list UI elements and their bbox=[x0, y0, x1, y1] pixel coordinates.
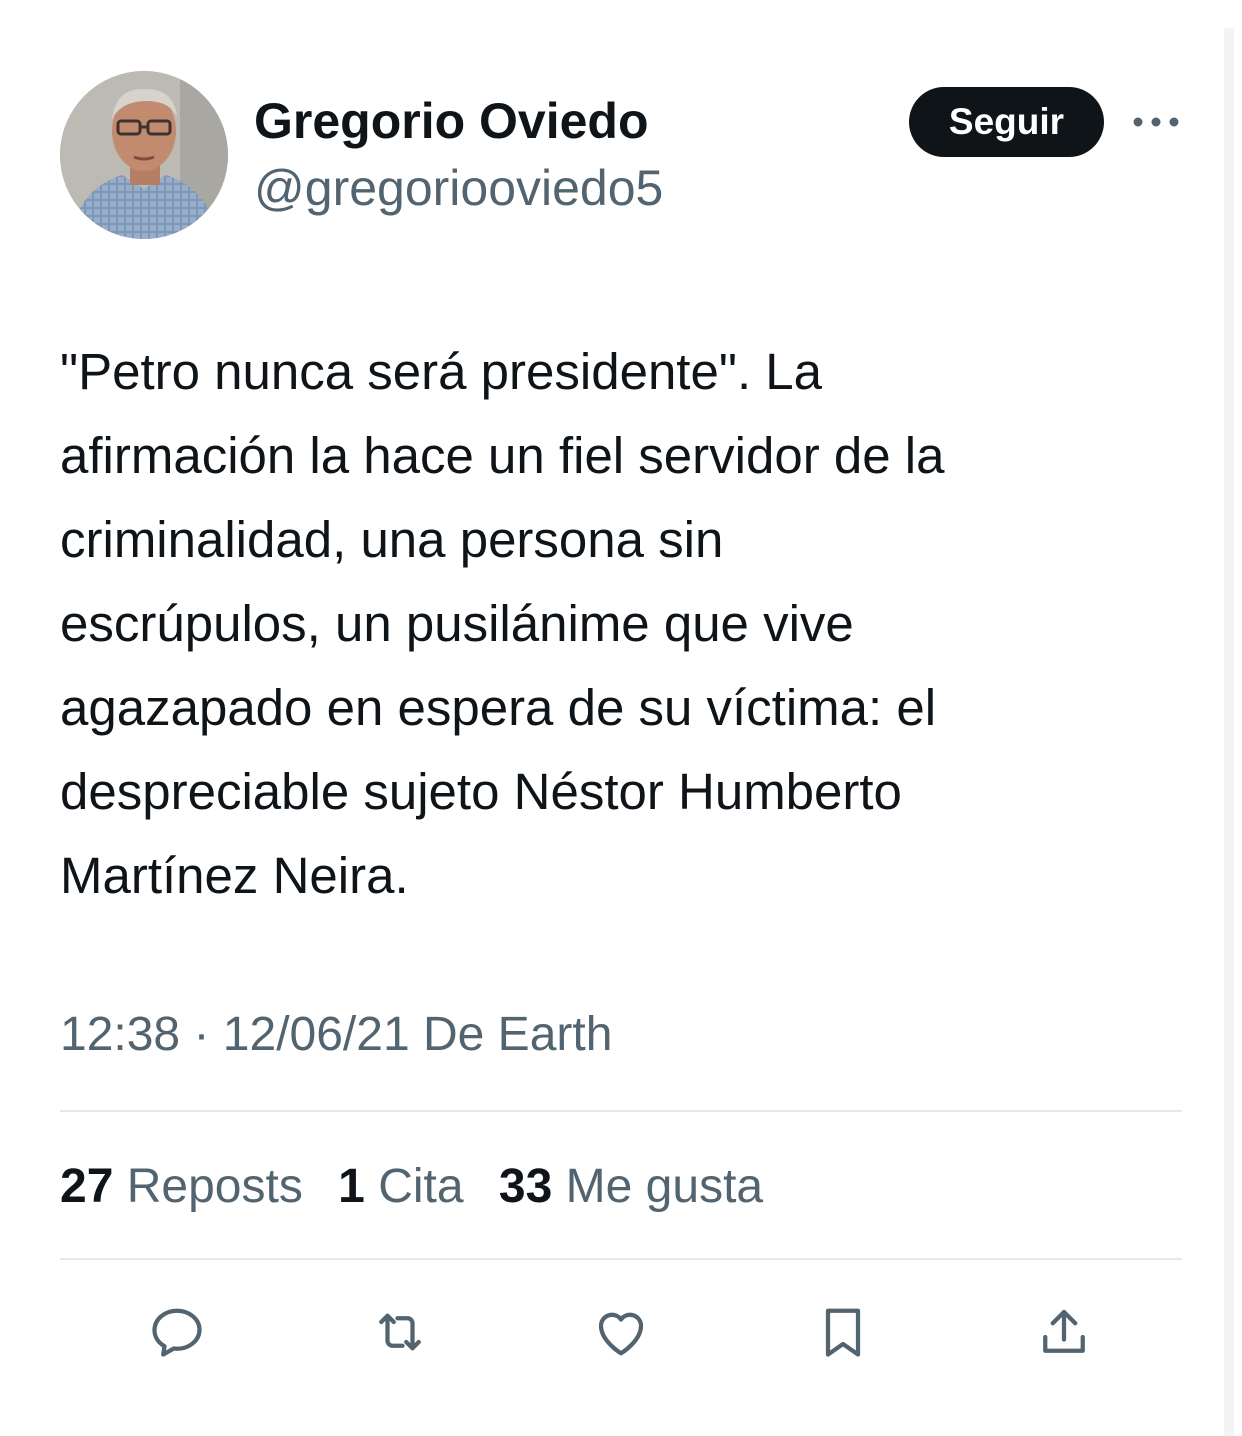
more-horizontal-icon[interactable] bbox=[1130, 108, 1182, 136]
tweet-meta: 12:38 · 12/06/21 De Earth bbox=[60, 1004, 612, 1066]
repost-icon[interactable] bbox=[370, 1302, 430, 1362]
quotes-stat[interactable]: 1 Cita bbox=[338, 1156, 463, 1218]
author-name[interactable]: Gregorio Oviedo bbox=[254, 90, 649, 152]
like-icon[interactable] bbox=[591, 1302, 651, 1362]
reposts-label: Reposts bbox=[126, 1160, 303, 1213]
quotes-count: 1 bbox=[338, 1160, 365, 1213]
quotes-label: Cita bbox=[378, 1160, 464, 1213]
follow-button[interactable]: Seguir bbox=[909, 87, 1104, 157]
likes-label: Me gusta bbox=[565, 1160, 764, 1213]
tweet-source: De Earth bbox=[422, 1008, 613, 1061]
reposts-stat[interactable]: 27 Reposts bbox=[60, 1156, 303, 1218]
avatar[interactable] bbox=[60, 71, 228, 239]
reposts-count: 27 bbox=[60, 1160, 114, 1213]
meta-separator: · bbox=[193, 1008, 210, 1061]
tweet-time[interactable]: 12:38 bbox=[60, 1008, 180, 1061]
scroll-edge bbox=[1224, 28, 1234, 1436]
likes-stat[interactable]: 33 Me gusta bbox=[499, 1156, 763, 1218]
author-handle[interactable]: @gregoriooviedo5 bbox=[254, 157, 663, 219]
tweet-stats: 27 Reposts 1 Cita 33 Me gusta bbox=[60, 1156, 785, 1218]
divider bbox=[60, 1258, 1182, 1260]
reply-icon[interactable] bbox=[147, 1302, 207, 1362]
tweet-date[interactable]: 12/06/21 bbox=[223, 1008, 410, 1061]
bookmark-icon[interactable] bbox=[813, 1302, 873, 1362]
share-icon[interactable] bbox=[1034, 1302, 1094, 1362]
profile-photo-icon bbox=[60, 71, 228, 239]
tweet-text: "Petro nunca será presidente". La afirma… bbox=[60, 343, 945, 904]
likes-count: 33 bbox=[498, 1160, 553, 1213]
divider bbox=[60, 1110, 1182, 1112]
